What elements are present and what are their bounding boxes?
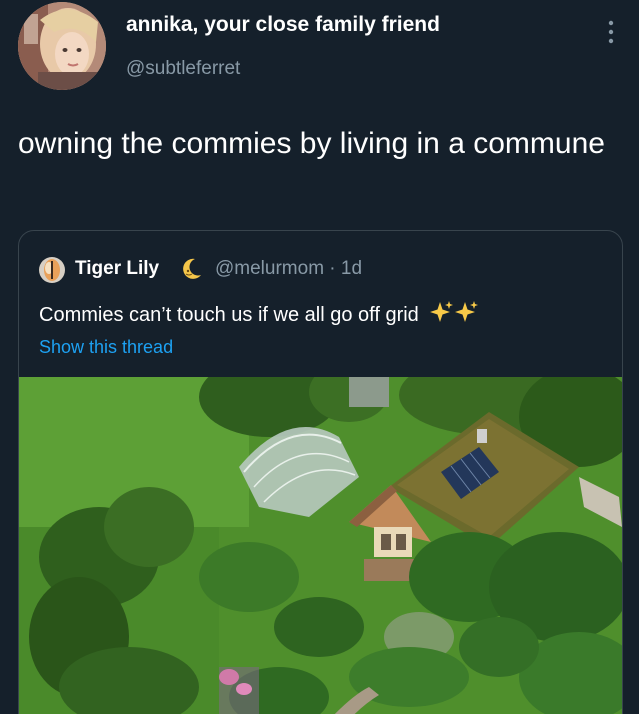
author-display-name[interactable]: annika, your close family friend bbox=[126, 13, 440, 37]
quoted-avatar-photo bbox=[39, 257, 65, 283]
show-thread-link[interactable]: Show this thread bbox=[39, 337, 173, 358]
author-handle[interactable]: @subtleferret bbox=[126, 58, 240, 80]
quoted-display-name[interactable]: Tiger Lily bbox=[75, 258, 159, 280]
more-vertical-icon[interactable] bbox=[605, 18, 617, 46]
avatar-photo bbox=[18, 2, 106, 90]
quoted-tweet-card[interactable]: Tiger Lily @melurmom · 1d Commies can’t … bbox=[18, 230, 623, 714]
quoted-text-line: Commies can’t touch us if we all go off … bbox=[39, 300, 480, 327]
quoted-avatar[interactable] bbox=[39, 257, 65, 283]
tweet-text: owning the commies by living in a commun… bbox=[18, 127, 605, 160]
tweet-screen: annika, your close family friend @subtle… bbox=[0, 0, 639, 714]
quoted-handle-time[interactable]: @melurmom · 1d bbox=[215, 258, 362, 280]
avatar[interactable] bbox=[18, 2, 106, 90]
attached-photo[interactable] bbox=[19, 377, 622, 714]
sparkles-icon bbox=[430, 301, 479, 322]
crescent-moon-icon bbox=[183, 258, 201, 279]
quoted-text: Commies can’t touch us if we all go off … bbox=[39, 304, 419, 326]
